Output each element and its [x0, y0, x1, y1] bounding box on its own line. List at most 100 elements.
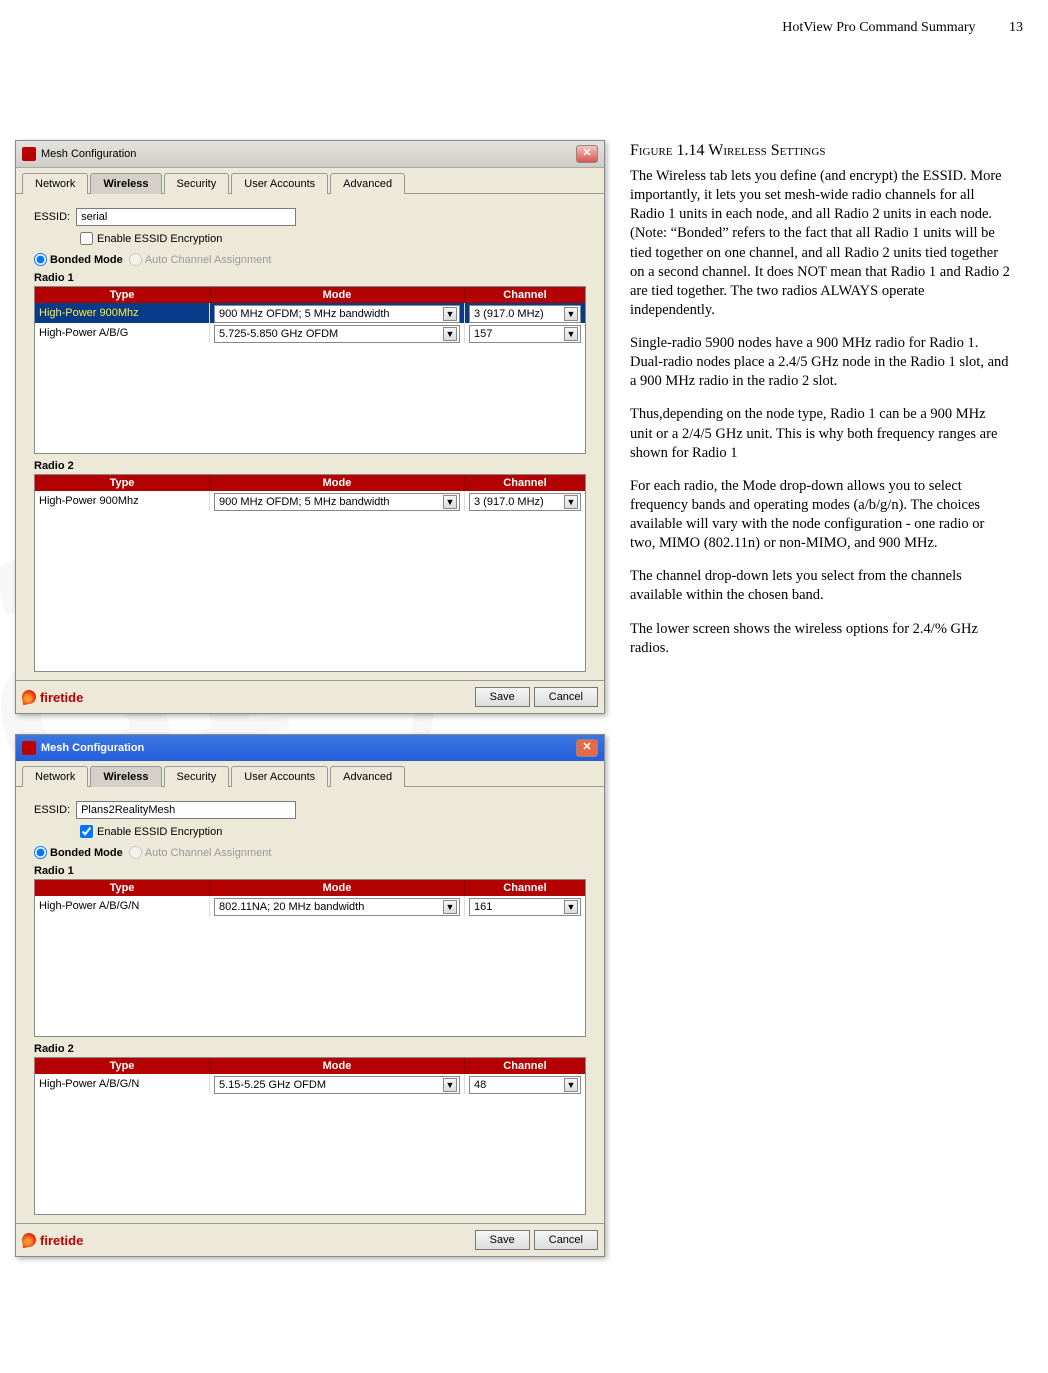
form-area: ESSID: Enable ESSID Encryption Bonded Mo…	[16, 194, 604, 680]
channel-dropdown[interactable]: 48▼	[469, 1076, 581, 1094]
col-mode: Mode	[210, 1058, 465, 1074]
table-row[interactable]: High-Power A/B/G/N 5.15-5.25 GHz OFDM▼ 4…	[35, 1074, 585, 1094]
titlebar: Mesh Configuration ✕	[16, 141, 604, 168]
mode-dropdown[interactable]: 5.725-5.850 GHz OFDM▼	[214, 325, 460, 343]
header-title: HotView Pro Command Summary	[782, 20, 975, 35]
grid-empty	[35, 343, 585, 453]
col-type: Type	[35, 880, 210, 896]
app-icon	[22, 741, 36, 755]
col-mode: Mode	[210, 287, 465, 303]
table-row[interactable]: High-Power 900Mhz 900 MHz OFDM; 5 MHz ba…	[35, 491, 585, 511]
page-header: HotView Pro Command Summary 13	[752, 20, 1023, 36]
table-row[interactable]: High-Power A/B/G/N 802.11NA; 20 MHz band…	[35, 896, 585, 916]
cell-type: High-Power 900Mhz	[35, 303, 210, 323]
col-type: Type	[35, 475, 210, 491]
chevron-down-icon: ▼	[564, 900, 578, 914]
radio2-label: Radio 2	[34, 1043, 586, 1055]
chevron-down-icon: ▼	[564, 307, 578, 321]
page-number: 13	[1009, 20, 1023, 35]
mode-dropdown[interactable]: 802.11NA; 20 MHz bandwidth▼	[214, 898, 460, 916]
radio1-grid: Type Mode Channel High-Power 900Mhz 900 …	[34, 286, 586, 454]
cancel-button[interactable]: Cancel	[534, 1230, 598, 1250]
save-button[interactable]: Save	[475, 1230, 530, 1250]
col-channel: Channel	[465, 1058, 585, 1074]
paragraph: For each radio, the Mode drop-down allow…	[630, 477, 1010, 554]
tab-advanced[interactable]: Advanced	[330, 766, 405, 787]
col-mode: Mode	[210, 880, 465, 896]
mode-dropdown[interactable]: 900 MHz OFDM; 5 MHz bandwidth▼	[214, 493, 460, 511]
tab-user-accounts[interactable]: User Accounts	[231, 173, 328, 194]
save-button[interactable]: Save	[475, 687, 530, 707]
col-type: Type	[35, 287, 210, 303]
chevron-down-icon: ▼	[564, 495, 578, 509]
cell-type: High-Power A/B/G	[35, 323, 210, 343]
tab-security[interactable]: Security	[164, 173, 230, 194]
grid-empty	[35, 511, 585, 671]
table-row[interactable]: High-Power 900Mhz 900 MHz OFDM; 5 MHz ba…	[35, 303, 585, 323]
article-column: Figure 1.14 Wireless Settings The Wirele…	[630, 140, 1010, 672]
auto-channel-label: Auto Channel Assignment	[145, 847, 272, 859]
tab-network[interactable]: Network	[22, 173, 88, 194]
auto-channel-radio[interactable]	[129, 846, 142, 859]
close-icon[interactable]: ✕	[576, 145, 598, 163]
tab-bar: Network Wireless Security User Accounts …	[16, 168, 604, 194]
cancel-button[interactable]: Cancel	[534, 687, 598, 707]
bonded-mode-radio[interactable]	[34, 846, 47, 859]
channel-dropdown[interactable]: 3 (917.0 MHz)▼	[469, 305, 581, 323]
paragraph: Single-radio 5900 nodes have a 900 MHz r…	[630, 334, 1010, 391]
tab-bar: Network Wireless Security User Accounts …	[16, 761, 604, 787]
mesh-config-dialog-2: Mesh Configuration ✕ Network Wireless Se…	[15, 734, 605, 1257]
col-type: Type	[35, 1058, 210, 1074]
paragraph: The channel drop-down lets you select fr…	[630, 567, 1010, 605]
bonded-mode-radio[interactable]	[34, 253, 47, 266]
radio1-label: Radio 1	[34, 272, 586, 284]
window-title: Mesh Configuration	[41, 742, 144, 754]
paragraph: The Wireless tab lets you define (and en…	[630, 167, 1010, 320]
tab-security[interactable]: Security	[164, 766, 230, 787]
channel-dropdown[interactable]: 157▼	[469, 325, 581, 343]
chevron-down-icon: ▼	[443, 495, 457, 509]
table-row[interactable]: High-Power A/B/G 5.725-5.850 GHz OFDM▼ 1…	[35, 323, 585, 343]
col-channel: Channel	[465, 475, 585, 491]
tab-wireless[interactable]: Wireless	[90, 766, 161, 787]
grid-empty	[35, 1094, 585, 1214]
flame-icon	[21, 689, 37, 705]
radio1-grid: Type Mode Channel High-Power A/B/G/N 802…	[34, 879, 586, 1037]
paragraph: Thus,depending on the node type, Radio 1…	[630, 405, 1010, 462]
chevron-down-icon: ▼	[443, 307, 457, 321]
col-channel: Channel	[465, 880, 585, 896]
enable-essid-encryption-checkbox[interactable]	[80, 825, 93, 838]
dialog-footer: firetide Save Cancel	[16, 680, 604, 713]
chevron-down-icon: ▼	[564, 327, 578, 341]
essid-input[interactable]	[76, 801, 296, 819]
paragraph: The lower screen shows the wireless opti…	[630, 620, 1010, 658]
titlebar: Mesh Configuration ✕	[16, 735, 604, 761]
auto-channel-label: Auto Channel Assignment	[145, 254, 272, 266]
essid-label: ESSID:	[34, 211, 70, 223]
tab-advanced[interactable]: Advanced	[330, 173, 405, 194]
chevron-down-icon: ▼	[443, 1078, 457, 1092]
channel-dropdown[interactable]: 3 (917.0 MHz)▼	[469, 493, 581, 511]
flame-icon	[21, 1232, 37, 1248]
dialog-footer: firetide Save Cancel	[16, 1223, 604, 1256]
essid-label: ESSID:	[34, 804, 70, 816]
channel-dropdown[interactable]: 161▼	[469, 898, 581, 916]
tab-network[interactable]: Network	[22, 766, 88, 787]
close-icon[interactable]: ✕	[576, 739, 598, 757]
cell-type: High-Power A/B/G/N	[35, 896, 210, 916]
screenshot-column: Mesh Configuration ✕ Network Wireless Se…	[15, 140, 605, 1277]
enable-essid-encryption-checkbox[interactable]	[80, 232, 93, 245]
mode-dropdown[interactable]: 900 MHz OFDM; 5 MHz bandwidth▼	[214, 305, 460, 323]
essid-input[interactable]	[76, 208, 296, 226]
enable-essid-label: Enable ESSID Encryption	[97, 233, 222, 245]
cell-type: High-Power A/B/G/N	[35, 1074, 210, 1094]
tab-user-accounts[interactable]: User Accounts	[231, 766, 328, 787]
auto-channel-radio[interactable]	[129, 253, 142, 266]
col-channel: Channel	[465, 287, 585, 303]
chevron-down-icon: ▼	[443, 327, 457, 341]
enable-essid-label: Enable ESSID Encryption	[97, 826, 222, 838]
mode-dropdown[interactable]: 5.15-5.25 GHz OFDM▼	[214, 1076, 460, 1094]
tab-wireless[interactable]: Wireless	[90, 173, 161, 194]
radio1-label: Radio 1	[34, 865, 586, 877]
firetide-logo: firetide	[22, 690, 83, 705]
